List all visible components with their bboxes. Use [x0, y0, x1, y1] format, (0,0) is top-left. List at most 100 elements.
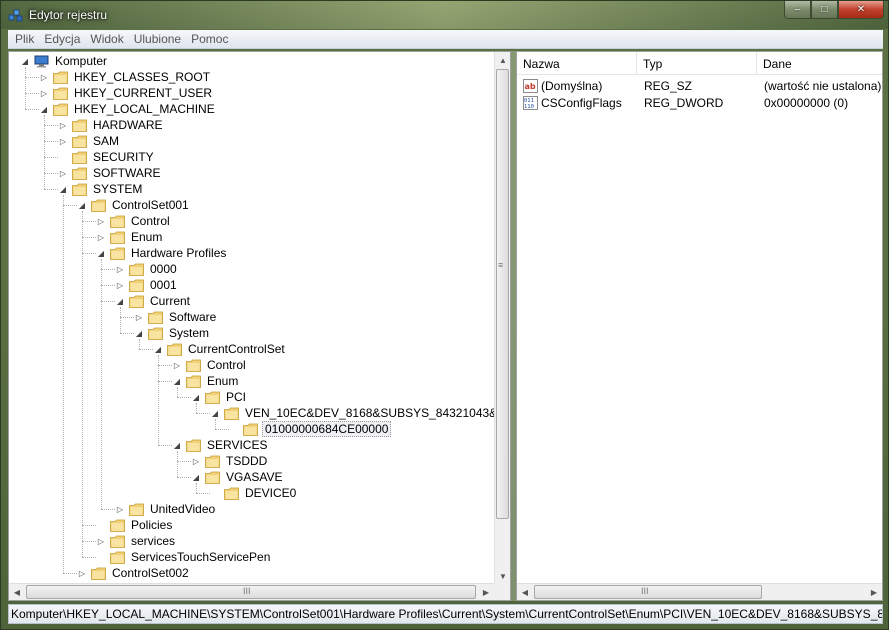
tree-node[interactable]: ▷ Software [134, 309, 218, 325]
maximize-button[interactable]: □ [811, 1, 838, 19]
tree-hscroll-thumb[interactable] [26, 585, 476, 599]
collapse-arrow-icon[interactable]: ◢ [134, 325, 144, 341]
expand-arrow-icon[interactable]: ▷ [191, 453, 201, 469]
title-bar[interactable]: Edytor rejestru – □ ✕ [1, 1, 888, 29]
tree-node[interactable]: ▷ HARDWARE [58, 117, 165, 133]
column-type[interactable]: Typ [637, 52, 757, 75]
tree-node[interactable]: ▷ SAM [58, 133, 121, 149]
tree-node[interactable]: ◢ CurrentControlSet [153, 341, 287, 357]
collapse-arrow-icon[interactable]: ◢ [39, 101, 49, 117]
column-name[interactable]: Nazwa [517, 52, 637, 75]
scroll-left-arrow-icon[interactable]: ◀ [9, 584, 25, 600]
tree-node[interactable]: ◢ ControlSet001 [77, 197, 191, 213]
tree-node[interactable]: ◢ PCI [191, 389, 248, 405]
expand-arrow-icon[interactable]: ▷ [58, 117, 68, 133]
tree-node[interactable]: ◢ System [134, 325, 211, 341]
tree-horizontal-scrollbar[interactable]: ◀ III ▶ [9, 583, 494, 600]
expand-arrow-icon[interactable]: ▷ [96, 533, 106, 549]
collapse-arrow-icon[interactable]: ◢ [153, 341, 163, 357]
scroll-down-arrow-icon[interactable]: ▼ [495, 568, 510, 584]
tree-node[interactable]: ▷ 0001 [115, 277, 179, 293]
folder-icon [167, 343, 182, 356]
menu-view[interactable]: Widok [85, 32, 128, 46]
expand-arrow-icon[interactable]: ▷ [115, 501, 125, 517]
tree-node[interactable]: ServicesTouchServicePen [96, 549, 272, 565]
tree-node[interactable]: 01000000684CE00000 [229, 421, 392, 437]
tree-node[interactable]: ◢ SYSTEM [58, 181, 144, 197]
tree-node[interactable]: ▷ TSDDD [191, 453, 269, 469]
collapse-arrow-icon[interactable]: ◢ [20, 53, 30, 69]
list-item[interactable]: 011 110 CSConfigFlags REG_DWORD 0x000000… [517, 94, 882, 111]
close-button[interactable]: ✕ [838, 1, 884, 19]
tree-connector [177, 477, 191, 478]
tree-vscroll-thumb[interactable] [496, 69, 509, 519]
scroll-left-arrow-icon[interactable]: ◀ [517, 584, 533, 600]
expand-arrow-icon[interactable]: ▷ [134, 309, 144, 325]
scroll-right-arrow-icon[interactable]: ▶ [866, 584, 882, 600]
collapse-arrow-icon[interactable]: ◢ [115, 293, 125, 309]
status-bar: Komputer\HKEY_LOCAL_MACHINE\SYSTEM\Contr… [8, 604, 883, 624]
menu-help[interactable]: Pomoc [186, 32, 233, 46]
tree-node[interactable]: ◢ VEN_10EC&DEV_8168&SUBSYS_84321043&REV_0 [210, 405, 510, 421]
collapse-arrow-icon[interactable]: ◢ [191, 469, 201, 485]
tree-guide-line [101, 259, 102, 509]
tree-node[interactable]: ▷ Enum [96, 229, 164, 245]
list-horizontal-scrollbar[interactable]: ◀ III ▶ [517, 583, 882, 600]
tree-connector [120, 333, 134, 334]
expand-arrow-icon[interactable]: ▷ [77, 565, 87, 581]
scroll-right-arrow-icon[interactable]: ▶ [478, 584, 494, 600]
collapse-arrow-icon[interactable]: ◢ [191, 389, 201, 405]
collapse-arrow-icon[interactable]: ◢ [58, 181, 68, 197]
folder-icon [110, 535, 125, 548]
expand-arrow-icon[interactable]: ▷ [115, 261, 125, 277]
expand-arrow-icon[interactable]: ▷ [58, 165, 68, 181]
menu-edit[interactable]: Edycja [39, 32, 85, 46]
expand-arrow-icon[interactable]: ▷ [39, 85, 49, 101]
expand-arrow-icon[interactable]: ▷ [58, 133, 68, 149]
tree-node[interactable]: ▷ ControlSet002 [77, 565, 191, 581]
tree-node-label: HARDWARE [93, 118, 163, 132]
folder-icon [243, 423, 258, 436]
string-value-icon: ab [523, 78, 538, 93]
tree-vertical-scrollbar[interactable]: ▲ ≡ ▼ [494, 52, 510, 584]
tree-node[interactable]: ▷ SOFTWARE [58, 165, 163, 181]
folder-icon [205, 471, 220, 484]
tree-connector [82, 221, 96, 222]
menu-favorites[interactable]: Ulubione [129, 32, 186, 46]
grip-icon: ≡ [498, 260, 504, 270]
tree-node[interactable]: ◢ SERVICES [172, 437, 269, 453]
tree-node[interactable]: ◢ Komputer [20, 53, 109, 69]
tree-node[interactable]: ◢ VGASAVE [191, 469, 284, 485]
tree-node[interactable]: ▷ HKEY_CURRENT_USER [39, 85, 214, 101]
tree-connector [82, 237, 96, 238]
scroll-up-arrow-icon[interactable]: ▲ [495, 52, 510, 68]
menu-file[interactable]: Plik [10, 32, 39, 46]
expand-arrow-icon[interactable]: ▷ [39, 69, 49, 85]
collapse-arrow-icon[interactable]: ◢ [96, 245, 106, 261]
tree-node[interactable]: ▷ 0000 [115, 261, 179, 277]
tree-node[interactable]: ◢ Hardware Profiles [96, 245, 228, 261]
tree-node[interactable]: ▷ Control [96, 213, 172, 229]
tree-node[interactable]: SECURITY [58, 149, 156, 165]
list-item[interactable]: ab (Domyślna) REG_SZ (wartość nie ustalo… [517, 77, 882, 94]
tree-node[interactable]: ▷ HKEY_CLASSES_ROOT [39, 69, 212, 85]
tree-node[interactable]: Policies [96, 517, 174, 533]
tree-node[interactable]: ▷ Control [172, 357, 248, 373]
tree-node[interactable]: ▷ UnitedVideo [115, 501, 217, 517]
collapse-arrow-icon[interactable]: ◢ [210, 405, 220, 421]
tree-node[interactable]: ▷ services [96, 533, 177, 549]
minimize-button[interactable]: – [784, 1, 811, 19]
tree-node[interactable]: ◢ HKEY_LOCAL_MACHINE [39, 101, 217, 117]
expand-arrow-icon[interactable]: ▷ [96, 229, 106, 245]
collapse-arrow-icon[interactable]: ◢ [172, 373, 182, 389]
tree-node[interactable]: DEVICE0 [210, 485, 298, 501]
tree-node[interactable]: ◢ Current [115, 293, 192, 309]
expand-arrow-icon[interactable]: ▷ [172, 357, 182, 373]
tree-node[interactable]: ◢ Enum [172, 373, 240, 389]
expand-arrow-icon[interactable]: ▷ [115, 277, 125, 293]
collapse-arrow-icon[interactable]: ◢ [77, 197, 87, 213]
expand-arrow-icon[interactable]: ▷ [96, 213, 106, 229]
collapse-arrow-icon[interactable]: ◢ [172, 437, 182, 453]
column-data[interactable]: Dane [757, 52, 882, 75]
folder-icon [72, 119, 87, 132]
